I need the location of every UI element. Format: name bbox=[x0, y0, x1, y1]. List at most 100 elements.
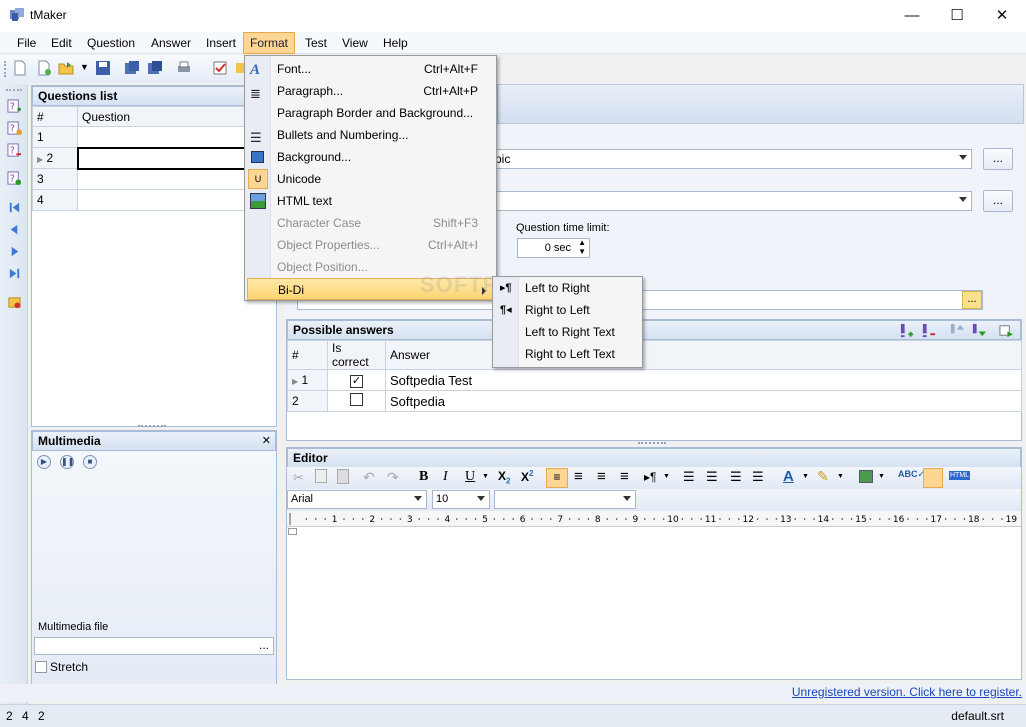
font-color-icon[interactable]: A bbox=[783, 468, 794, 485]
align-left-icon[interactable]: ≡ bbox=[546, 468, 568, 488]
new-test-icon[interactable] bbox=[36, 60, 52, 76]
table-row[interactable]: 3 bbox=[32, 168, 277, 190]
bullet-list-icon[interactable]: ☰ bbox=[683, 469, 695, 485]
redo-icon[interactable]: ↷ bbox=[387, 469, 399, 486]
table-row[interactable]: 1 bbox=[32, 126, 277, 148]
menu-item-html-text[interactable]: HTML text bbox=[245, 190, 496, 212]
table-row[interactable]: 2 Softpedia bbox=[287, 390, 1022, 412]
splitter-grip[interactable] bbox=[138, 425, 166, 428]
picture-dropdown-icon[interactable]: ▼ bbox=[878, 473, 885, 480]
font-color-dropdown-icon[interactable]: ▼ bbox=[802, 473, 809, 480]
column-header-number[interactable]: # bbox=[32, 106, 78, 127]
table-row[interactable]: ▶ 1 ✓ Softpedia Test bbox=[287, 369, 1022, 391]
delete-answer-icon[interactable] bbox=[921, 323, 936, 338]
stop-icon[interactable]: ■ bbox=[83, 455, 97, 469]
stretch-checkbox[interactable] bbox=[35, 661, 47, 673]
italic-icon[interactable]: I bbox=[443, 469, 448, 485]
is-correct-cell[interactable] bbox=[327, 390, 386, 412]
save-as-icon[interactable] bbox=[124, 60, 140, 76]
subscript-icon[interactable]: X2 bbox=[498, 469, 510, 485]
ruler[interactable]: 1 2 3 4 5 6 7 8 9 10 11 12 13 14 15 16 17 18 19 bbox=[287, 511, 1021, 527]
cut-icon[interactable]: ✂ bbox=[293, 470, 304, 486]
menu-item-paragraph-border[interactable]: Paragraph Border and Background... bbox=[245, 102, 496, 124]
print-icon[interactable] bbox=[176, 60, 192, 76]
edit-question-icon[interactable]: ? bbox=[7, 121, 22, 136]
category-browse-button[interactable]: ... bbox=[983, 190, 1013, 212]
side-toolbar-grip[interactable] bbox=[6, 89, 22, 92]
first-question-icon[interactable] bbox=[7, 200, 22, 215]
menu-view[interactable]: View bbox=[336, 32, 374, 54]
unicode-toggle-icon[interactable] bbox=[923, 468, 943, 488]
highlight-dropdown-icon[interactable]: ▼ bbox=[837, 473, 844, 480]
add-question-icon[interactable]: ? bbox=[7, 99, 22, 114]
decrease-indent-icon[interactable]: ☰ bbox=[730, 469, 742, 485]
correct-checkbox-unchecked[interactable] bbox=[350, 393, 363, 406]
font-family-combo[interactable]: Arial bbox=[287, 490, 427, 509]
paste-icon[interactable] bbox=[337, 469, 349, 484]
question-properties-icon[interactable] bbox=[7, 295, 22, 310]
align-center-icon[interactable]: ≡ bbox=[574, 468, 583, 485]
new-file-icon[interactable] bbox=[12, 60, 28, 76]
toolbar-grip[interactable] bbox=[4, 61, 7, 77]
menu-item-right-to-left[interactable]: ¶◂ Right to Left bbox=[493, 299, 642, 321]
menu-insert[interactable]: Insert bbox=[200, 32, 242, 54]
align-justify-icon[interactable]: ≡ bbox=[620, 468, 629, 485]
spinner-arrows-icon[interactable]: ▲ ▼ bbox=[578, 238, 586, 256]
next-question-icon[interactable] bbox=[7, 244, 22, 259]
underline-dropdown-icon[interactable]: ▼ bbox=[482, 473, 489, 480]
maximize-button[interactable]: ☐ bbox=[934, 0, 980, 32]
test-check-icon[interactable] bbox=[212, 60, 228, 76]
menu-help[interactable]: Help bbox=[377, 32, 414, 54]
numbered-list-icon[interactable]: ☰ bbox=[706, 469, 718, 485]
menu-answer[interactable]: Answer bbox=[145, 32, 197, 54]
bold-icon[interactable]: B bbox=[419, 469, 428, 485]
menu-item-left-to-right-text[interactable]: Left to Right Text bbox=[493, 321, 642, 343]
move-answer-down-icon[interactable] bbox=[971, 323, 986, 338]
last-question-icon[interactable] bbox=[7, 266, 22, 281]
menu-item-left-to-right[interactable]: ▸¶ Left to Right bbox=[493, 277, 642, 299]
style-combo[interactable] bbox=[494, 490, 636, 509]
is-correct-cell[interactable]: ✓ bbox=[327, 369, 386, 391]
save-icon[interactable] bbox=[95, 60, 111, 76]
font-size-combo[interactable]: 10 bbox=[432, 490, 490, 509]
superscript-icon[interactable]: X2 bbox=[521, 469, 533, 484]
paragraph-direction-icon[interactable]: ▸¶ bbox=[644, 470, 656, 484]
menu-item-paragraph[interactable]: ≣ Paragraph... Ctrl+Alt+P bbox=[245, 80, 496, 102]
undo-icon[interactable]: ↶ bbox=[363, 469, 375, 486]
html-mode-icon[interactable]: HTML bbox=[949, 471, 971, 480]
menu-test[interactable]: Test bbox=[299, 32, 333, 54]
menu-edit[interactable]: Edit bbox=[45, 32, 78, 54]
insert-picture-icon[interactable] bbox=[859, 470, 873, 483]
menu-question[interactable]: Question bbox=[81, 32, 141, 54]
category-combo[interactable] bbox=[490, 191, 972, 211]
column-header-number[interactable]: # bbox=[287, 340, 328, 370]
menu-item-unicode[interactable]: U Unicode bbox=[245, 168, 496, 190]
answer-cell[interactable]: Softpedia Test bbox=[385, 369, 1022, 391]
splitter-grip[interactable] bbox=[638, 442, 666, 445]
menu-item-font[interactable]: A Font... Ctrl+Alt+F bbox=[245, 58, 496, 80]
answer-options-icon[interactable] bbox=[999, 323, 1014, 338]
menu-file[interactable]: File bbox=[11, 32, 42, 54]
menu-item-bullets[interactable]: ☰ Bullets and Numbering... bbox=[245, 124, 496, 146]
previous-question-icon[interactable] bbox=[7, 222, 22, 237]
table-row[interactable]: 4 bbox=[32, 189, 277, 211]
menu-item-right-to-left-text[interactable]: Right to Left Text bbox=[493, 343, 642, 365]
play-icon[interactable]: ▶ bbox=[37, 455, 51, 469]
move-answer-up-icon[interactable] bbox=[949, 323, 964, 338]
menu-item-object-properties[interactable]: Object Properties... Ctrl+Alt+I bbox=[245, 234, 496, 256]
time-limit-spinner[interactable]: 0 sec ▲ ▼ bbox=[517, 238, 590, 258]
correct-checkbox-checked[interactable]: ✓ bbox=[350, 374, 363, 388]
direction-dropdown-icon[interactable]: ▼ bbox=[663, 473, 670, 480]
menu-item-background[interactable]: Background... bbox=[245, 146, 496, 168]
topic-browse-button[interactable]: ... bbox=[983, 148, 1013, 170]
align-right-icon[interactable]: ≡ bbox=[597, 468, 606, 485]
topic-combo[interactable]: pic bbox=[490, 149, 972, 169]
underline-icon[interactable]: U bbox=[465, 469, 475, 485]
highlight-icon[interactable]: ✎ bbox=[817, 468, 829, 485]
close-icon[interactable]: ✕ bbox=[262, 432, 271, 450]
editor-content[interactable] bbox=[288, 530, 1020, 678]
browse-file-button[interactable]: ... bbox=[259, 638, 269, 652]
copy-icon[interactable] bbox=[315, 469, 327, 483]
multimedia-file-input[interactable]: ... bbox=[34, 637, 274, 655]
close-button[interactable]: ✕ bbox=[979, 0, 1025, 32]
